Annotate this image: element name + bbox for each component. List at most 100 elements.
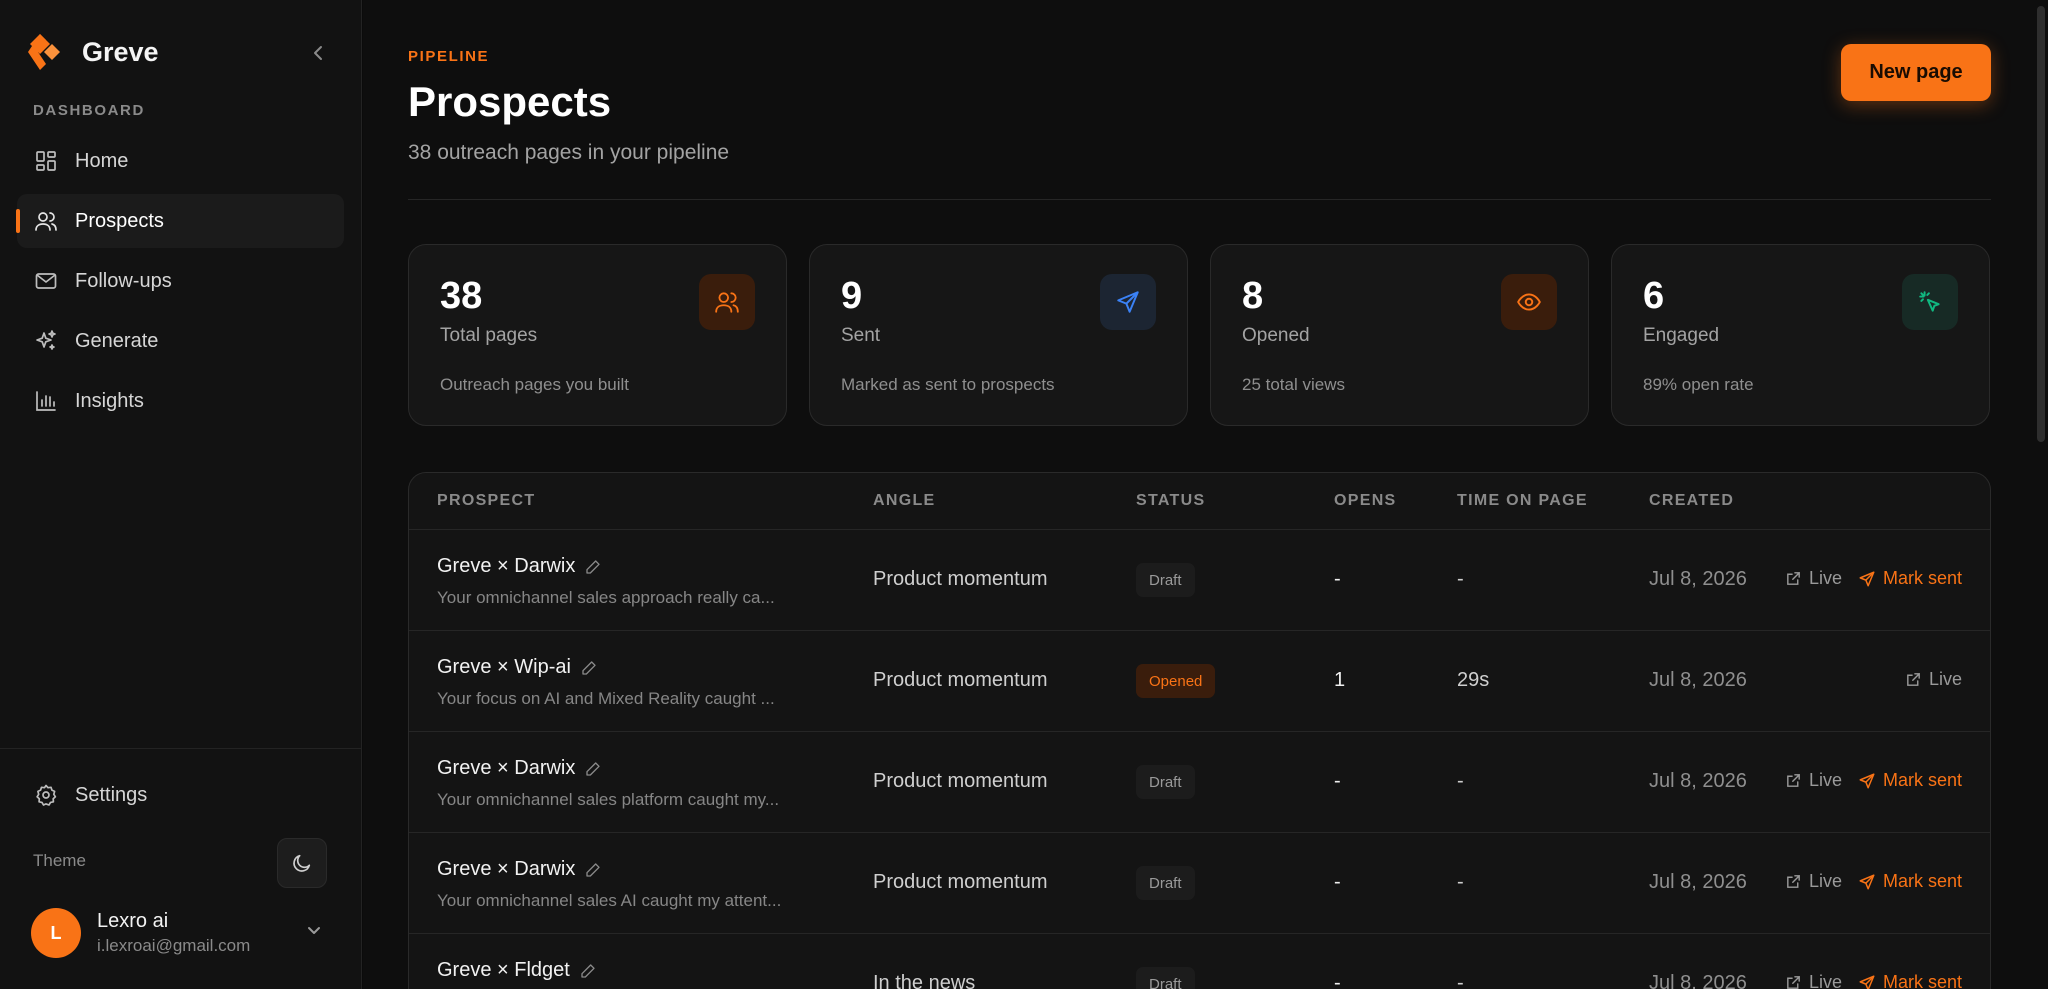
sidebar-item-label: Home: [75, 149, 129, 172]
prospect-name-text: Greve × Darwix: [437, 858, 576, 880]
status-badge: Draft: [1136, 563, 1195, 597]
stat-card-opened: 8 Opened 25 total views: [1210, 244, 1589, 426]
time-on-page-value: 29s: [1457, 669, 1490, 691]
mail-icon: [33, 268, 59, 294]
users-icon: [699, 274, 755, 330]
live-link[interactable]: Live: [1785, 770, 1842, 791]
mark-sent-label: Mark sent: [1882, 972, 1962, 989]
prospect-name[interactable]: Greve × Fldget: [437, 959, 596, 982]
live-link[interactable]: Live: [1785, 568, 1842, 589]
column-header-prospect[interactable]: PROSPECT: [437, 492, 535, 510]
external-link-icon: [1787, 976, 1800, 989]
moon-icon: [293, 854, 311, 872]
sidebar-item-label: Generate: [75, 329, 159, 352]
mark-sent-label: Mark sent: [1882, 871, 1962, 891]
prospect-name[interactable]: Greve × Darwix: [437, 757, 601, 780]
pencil-icon[interactable]: [585, 761, 601, 777]
mark-sent-button[interactable]: Mark sent: [1858, 770, 1962, 791]
header-divider: [408, 199, 1991, 200]
sparkles-icon: [33, 328, 59, 354]
prospect-description: Your omnichannel sales approach really c…: [437, 588, 775, 607]
stat-card-total-pages: 38 Total pages Outreach pages you built: [408, 244, 787, 426]
column-header-opens[interactable]: OPENS: [1334, 492, 1397, 510]
stat-value: 6: [1643, 275, 1665, 317]
row-actions: Live Mark sent: [1785, 568, 1962, 589]
send-icon: [1859, 975, 1875, 989]
sidebar-item-insights[interactable]: Insights: [17, 374, 344, 428]
column-header-created[interactable]: CREATED: [1649, 492, 1734, 510]
time-on-page-value: -: [1457, 770, 1464, 792]
stat-card-sent: 9 Sent Marked as sent to prospects: [809, 244, 1188, 426]
sidebar-item-home[interactable]: Home: [17, 134, 344, 188]
status-badge: Draft: [1136, 866, 1195, 900]
prospect-name[interactable]: Greve × Wip-ai: [437, 656, 597, 679]
page-eyebrow: PIPELINE: [408, 48, 490, 65]
sidebar-item-settings[interactable]: Settings: [17, 768, 344, 822]
created-date: Jul 8, 2026: [1649, 770, 1747, 792]
theme-label: Theme: [33, 851, 86, 870]
scrollbar-thumb[interactable]: [2037, 6, 2045, 442]
mark-sent-button[interactable]: Mark sent: [1858, 972, 1962, 989]
prospects-table: PROSPECT ANGLE STATUS OPENS TIME ON PAGE…: [408, 472, 1991, 989]
pencil-icon[interactable]: [585, 559, 601, 575]
prospect-name-text: Greve × Fldget: [437, 959, 570, 981]
external-link-icon: [1787, 572, 1800, 585]
prospect-name[interactable]: Greve × Darwix: [437, 858, 601, 881]
sidebar-item-prospects[interactable]: Prospects: [16, 194, 344, 248]
angle-value: Product momentum: [873, 871, 1048, 893]
prospect-description: Your omnichannel sales AI caught my atte…: [437, 891, 782, 910]
column-header-time-on-page[interactable]: TIME ON PAGE: [1457, 492, 1588, 510]
pencil-icon[interactable]: [580, 963, 596, 979]
pencil-icon[interactable]: [585, 862, 601, 878]
prospect-name[interactable]: Greve × Darwix: [437, 555, 601, 578]
sidebar-item-follow-ups[interactable]: Follow-ups: [17, 254, 344, 308]
column-header-angle[interactable]: ANGLE: [873, 492, 936, 510]
pencil-icon[interactable]: [581, 660, 597, 676]
avatar: L: [31, 908, 81, 958]
sidebar-item-label: Insights: [75, 389, 144, 412]
collapse-sidebar-button[interactable]: [302, 38, 336, 68]
prospect-name-text: Greve × Darwix: [437, 757, 576, 779]
live-label: Live: [1808, 770, 1842, 790]
status-badge: Opened: [1136, 664, 1216, 698]
page-title: Prospects: [408, 78, 612, 125]
table-row[interactable]: Greve × Darwix Your omnichannel sales AI…: [409, 833, 1990, 934]
live-link[interactable]: Live: [1785, 871, 1842, 892]
send-icon: [1859, 571, 1875, 586]
brand[interactable]: Greve: [26, 30, 159, 74]
table-row[interactable]: Greve × Darwix Your omnichannel sales pl…: [409, 732, 1990, 833]
bar-chart-icon: [33, 388, 59, 414]
dashboard-grid-icon: [33, 148, 59, 174]
live-link[interactable]: Live: [1905, 669, 1962, 690]
gear-icon: [33, 782, 59, 808]
opens-value: -: [1334, 871, 1341, 893]
theme-toggle-button[interactable]: [277, 838, 327, 888]
user-info: Lexro ai i.lexroai@gmail.com: [97, 910, 250, 956]
users-icon: [33, 208, 59, 234]
angle-value: Product momentum: [873, 568, 1048, 590]
angle-value: Product momentum: [873, 669, 1048, 691]
angle-value: In the news: [873, 972, 976, 989]
sidebar-item-generate[interactable]: Generate: [17, 314, 344, 368]
stat-label: Total pages: [440, 325, 538, 346]
opens-value: 1: [1334, 669, 1346, 691]
table-row[interactable]: Greve × Wip-ai Your focus on AI and Mixe…: [409, 631, 1990, 732]
time-on-page-value: -: [1457, 568, 1464, 590]
column-header-status[interactable]: STATUS: [1136, 492, 1205, 510]
stat-label: Opened: [1242, 325, 1310, 346]
stat-note: 25 total views: [1242, 375, 1345, 394]
table-row[interactable]: Greve × Fldget In the news Draft - - Jul…: [409, 934, 1990, 989]
created-date: Jul 8, 2026: [1649, 669, 1747, 691]
mark-sent-button[interactable]: Mark sent: [1858, 871, 1962, 892]
user-menu[interactable]: L Lexro ai i.lexroai@gmail.com: [17, 898, 344, 968]
page-scrollbar[interactable]: [2034, 0, 2048, 989]
brand-name: Greve: [82, 36, 159, 67]
live-link[interactable]: Live: [1785, 972, 1842, 989]
time-on-page-value: -: [1457, 871, 1464, 893]
table-row[interactable]: Greve × Darwix Your omnichannel sales ap…: [409, 530, 1990, 631]
greve-logo-icon: [28, 34, 60, 70]
mark-sent-button[interactable]: Mark sent: [1858, 568, 1962, 589]
new-page-button[interactable]: New page: [1841, 44, 1991, 101]
table-header: PROSPECT ANGLE STATUS OPENS TIME ON PAGE…: [409, 473, 1990, 530]
stat-note: 89% open rate: [1643, 375, 1754, 394]
